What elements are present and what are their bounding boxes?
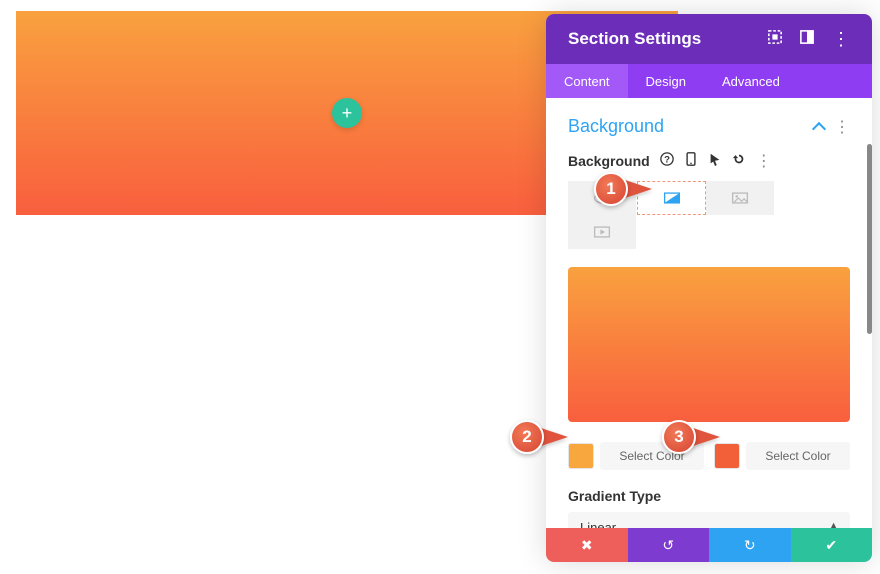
- save-button[interactable]: ✔: [791, 528, 873, 562]
- tab-advanced[interactable]: Advanced: [704, 64, 798, 98]
- close-icon: ✖: [581, 537, 593, 554]
- select-color-2-button[interactable]: Select Color: [746, 442, 850, 470]
- add-module-button[interactable]: +: [332, 98, 362, 128]
- panel-header: Section Settings ⋮: [546, 14, 872, 64]
- color-stop-2: Select Color: [714, 442, 850, 470]
- gradient-type-select[interactable]: Linear ▲▼: [568, 512, 850, 528]
- redo-icon: ↻: [744, 537, 756, 554]
- bg-tab-video[interactable]: [568, 215, 637, 249]
- menu-icon[interactable]: ⋮: [832, 30, 850, 48]
- field-menu-icon[interactable]: ⋮: [756, 151, 772, 171]
- group-title[interactable]: Background: [568, 116, 664, 137]
- panel-footer: ✖ ↺ ↻ ✔: [546, 528, 872, 562]
- settings-panel: Section Settings ⋮ Content Design Advanc…: [546, 14, 872, 562]
- cancel-button[interactable]: ✖: [546, 528, 628, 562]
- field-label: Background: [568, 153, 650, 169]
- undo-icon: ↺: [662, 537, 674, 554]
- tabs: Content Design Advanced: [546, 64, 872, 98]
- panel-body: Background ⋮ Background ? ⋮: [546, 98, 872, 528]
- callout-badge-2: 2: [510, 420, 544, 454]
- reset-icon[interactable]: [732, 152, 746, 171]
- scrollbar[interactable]: [867, 144, 872, 334]
- callout-2: 2: [510, 420, 568, 454]
- chevron-up-icon[interactable]: [812, 121, 826, 135]
- bg-tab-image[interactable]: [706, 181, 775, 215]
- panel-title: Section Settings: [568, 29, 701, 49]
- callout-badge-3: 3: [662, 420, 696, 454]
- select-arrows-icon: ▲▼: [829, 522, 838, 529]
- undo-button[interactable]: ↺: [628, 528, 710, 562]
- svg-text:?: ?: [664, 154, 670, 165]
- check-icon: ✔: [825, 537, 837, 554]
- redo-button[interactable]: ↻: [709, 528, 791, 562]
- plus-icon: +: [342, 103, 353, 124]
- help-icon[interactable]: ?: [660, 152, 674, 171]
- group-menu-icon[interactable]: ⋮: [834, 117, 850, 137]
- gradient-type-value: Linear: [580, 520, 616, 528]
- tab-content[interactable]: Content: [546, 64, 628, 98]
- callout-1: 1: [594, 172, 652, 206]
- color-swatch-1[interactable]: [568, 443, 594, 469]
- callout-3: 3: [662, 420, 720, 454]
- callout-badge-1: 1: [594, 172, 628, 206]
- gradient-type-label: Gradient Type: [568, 488, 850, 504]
- gradient-preview: [568, 267, 850, 422]
- expand-icon[interactable]: [768, 30, 782, 49]
- tab-design[interactable]: Design: [628, 64, 704, 98]
- snap-icon[interactable]: [800, 30, 814, 49]
- phone-icon[interactable]: [684, 152, 698, 171]
- hover-icon[interactable]: [708, 152, 722, 171]
